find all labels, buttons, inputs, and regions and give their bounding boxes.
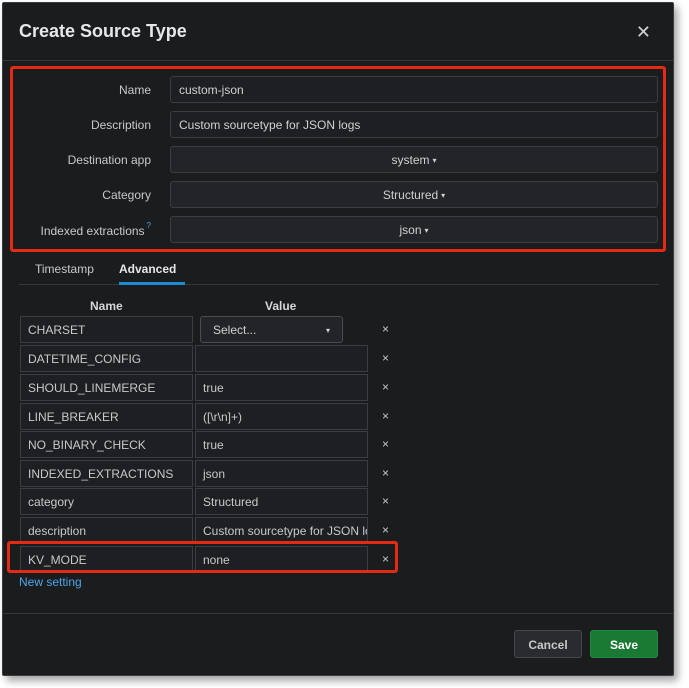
delete-row-icon[interactable]: ×	[382, 351, 389, 365]
table-row: NO_BINARY_CHECK true ×	[20, 431, 400, 458]
indexed-extractions-select[interactable]: json ▾	[170, 216, 658, 243]
description-input[interactable]: Custom sourcetype for JSON logs	[170, 111, 658, 138]
setting-name-field[interactable]: INDEXED_EXTRACTIONS	[20, 460, 193, 487]
tab-advanced[interactable]: Advanced	[119, 262, 176, 276]
active-tab-underline	[119, 282, 185, 285]
setting-value-field[interactable]: ([\r\n]+)	[195, 403, 368, 430]
tab-timestamp[interactable]: Timestamp	[35, 262, 94, 276]
destination-app-value: system	[391, 153, 430, 167]
modal-header: Create Source Type ✕	[3, 3, 673, 61]
destination-app-row: Destination app system ▾	[3, 146, 673, 174]
setting-value-field[interactable]: true	[195, 374, 368, 401]
setting-value-field[interactable]	[195, 345, 368, 372]
setting-value-field[interactable]: none	[195, 546, 368, 573]
column-header-name: Name	[90, 299, 123, 313]
delete-row-icon[interactable]: ×	[382, 437, 389, 451]
indexed-extractions-row: Indexed extractions? json ▾	[3, 216, 673, 244]
new-setting-link[interactable]: New setting	[19, 575, 82, 589]
setting-value-field[interactable]: json	[195, 460, 368, 487]
delete-row-icon[interactable]: ×	[382, 552, 389, 566]
setting-value-field[interactable]: true	[195, 431, 368, 458]
table-row: CHARSET Select... ▾ ×	[20, 316, 400, 343]
setting-name-field[interactable]: KV_MODE	[20, 546, 193, 573]
name-input[interactable]: custom-json	[170, 76, 658, 103]
delete-row-icon[interactable]: ×	[382, 409, 389, 423]
caret-down-icon: ▾	[325, 326, 330, 335]
indexed-extractions-value: json	[399, 223, 422, 237]
setting-name-field[interactable]: DATETIME_CONFIG	[20, 345, 193, 372]
table-row: INDEXED_EXTRACTIONS json ×	[20, 460, 400, 487]
category-value: Structured	[382, 188, 439, 202]
setting-name-field[interactable]: NO_BINARY_CHECK	[20, 431, 193, 458]
delete-row-icon[interactable]: ×	[382, 523, 389, 537]
table-row: description Custom sourcetype for JSON l…	[20, 517, 400, 544]
setting-name-field[interactable]: SHOULD_LINEMERGE	[20, 374, 193, 401]
cancel-button[interactable]: Cancel	[514, 630, 582, 658]
caret-down-icon: ▾	[441, 191, 446, 200]
setting-value-field[interactable]: Structured	[195, 488, 368, 515]
table-row: KV_MODE none ×	[20, 546, 400, 573]
help-icon[interactable]: ?	[147, 221, 151, 230]
description-row: Description Custom sourcetype for JSON l…	[3, 111, 673, 139]
delete-row-icon[interactable]: ×	[382, 322, 389, 336]
modal-title: Create Source Type	[19, 21, 187, 41]
settings-tabs: Timestamp Advanced	[19, 255, 659, 285]
description-label: Description	[90, 118, 151, 132]
category-row: Category Structured ▾	[3, 181, 673, 209]
setting-value-field[interactable]: Custom sourcetype for JSON logs	[195, 517, 368, 544]
table-row: LINE_BREAKER ([\r\n]+) ×	[20, 403, 400, 430]
table-row: DATETIME_CONFIG ×	[20, 345, 400, 372]
setting-name-field[interactable]: description	[20, 517, 193, 544]
category-label: Category	[102, 188, 151, 202]
table-row: category Structured ×	[20, 488, 400, 515]
indexed-extractions-label: Indexed extractions?	[40, 221, 151, 238]
destination-app-select[interactable]: system ▾	[170, 146, 658, 173]
caret-down-icon: ▾	[424, 226, 429, 235]
charset-select-value: Select...	[213, 323, 257, 337]
name-row: Name custom-json	[3, 76, 673, 104]
charset-select[interactable]: Select... ▾	[200, 316, 343, 343]
setting-name-field[interactable]: category	[20, 488, 193, 515]
save-button[interactable]: Save	[590, 630, 658, 658]
category-select[interactable]: Structured ▾	[170, 181, 658, 208]
column-header-value: Value	[265, 299, 297, 313]
create-source-type-modal: Create Source Type ✕ Name custom-json De…	[2, 2, 674, 676]
close-icon[interactable]: ✕	[636, 23, 651, 41]
name-label: Name	[118, 83, 151, 97]
caret-down-icon: ▾	[432, 156, 437, 165]
delete-row-icon[interactable]: ×	[382, 494, 389, 508]
table-row: SHOULD_LINEMERGE true ×	[20, 374, 400, 401]
destination-app-label: Destination app	[67, 153, 151, 167]
indexed-extractions-label-text: Indexed extractions	[40, 224, 145, 238]
delete-row-icon[interactable]: ×	[382, 466, 389, 480]
setting-name-field[interactable]: LINE_BREAKER	[20, 403, 193, 430]
setting-name-field[interactable]: CHARSET	[20, 316, 193, 343]
delete-row-icon[interactable]: ×	[382, 380, 389, 394]
footer-divider	[3, 613, 673, 614]
